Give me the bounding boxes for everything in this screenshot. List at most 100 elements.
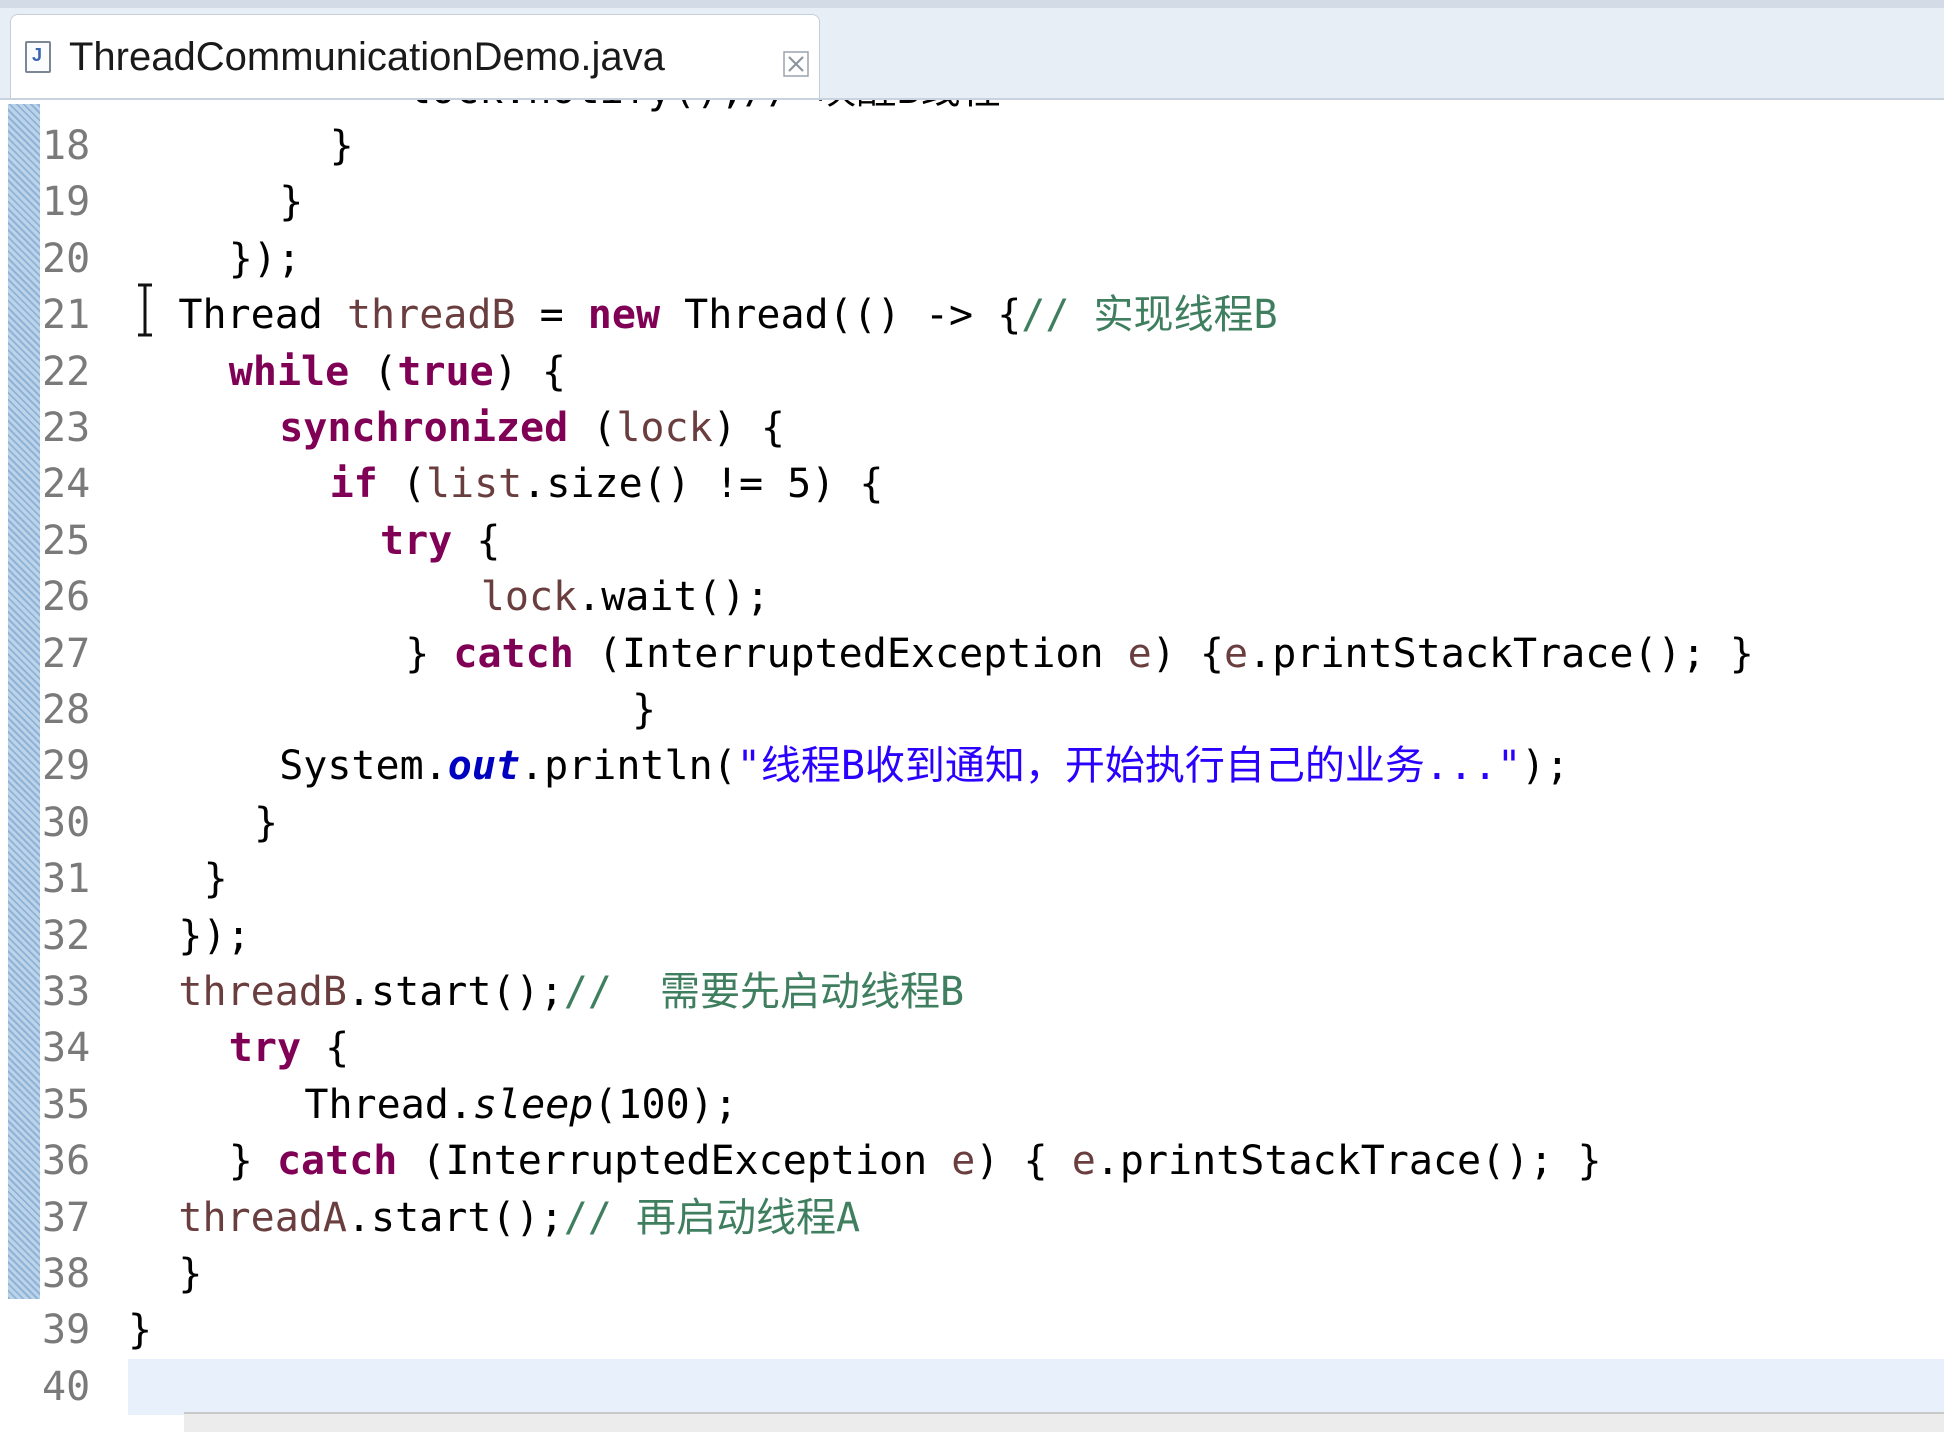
code-text: System.out.println("线程B收到通知，开始执行自己的业务...…: [279, 738, 1569, 794]
code-text: }: [254, 795, 278, 851]
code-token: // 需要先启动线程B: [563, 969, 965, 1015]
code-token: try: [380, 517, 453, 564]
code-token: ) {: [493, 348, 566, 395]
code-token: ) {: [975, 1138, 1072, 1185]
code-text: }: [204, 851, 228, 907]
horizontal-scrollbar[interactable]: [184, 1412, 1944, 1432]
code-token: // 再启动线程A: [563, 1194, 861, 1241]
code-text: }: [128, 1302, 152, 1358]
code-token: }: [279, 179, 304, 226]
code-token: .printStackTrace(); }: [1095, 1138, 1602, 1185]
code-text: while (true) {: [229, 344, 566, 400]
code-line: 24 if (list.size() != 5) {: [0, 456, 1944, 512]
code-token: Thread: [178, 292, 347, 339]
code-token: if: [329, 461, 378, 508]
code-token: .size() != 5) {: [522, 461, 884, 508]
text-cursor-icon: [138, 283, 152, 337]
code-token: }: [178, 1251, 203, 1297]
code-line: 20});: [0, 231, 1944, 287]
code-token: }: [405, 630, 454, 677]
code-text: }: [279, 174, 303, 230]
code-text: try {: [380, 513, 500, 569]
code-token: .println(: [520, 743, 737, 790]
code-text: } catch (InterruptedException e) { e.pri…: [229, 1133, 1602, 1189]
code-text: if (list.size() != 5) {: [330, 456, 884, 512]
code-token: ) {: [1151, 630, 1225, 677]
code-token: e: [1127, 630, 1152, 677]
line-number: 23: [42, 405, 91, 451]
code-token: });: [228, 235, 302, 282]
code-token: (InterruptedException: [573, 630, 1128, 677]
code-token: threadA: [178, 1194, 347, 1241]
code-token: {: [301, 1025, 350, 1072]
code-token: (: [349, 348, 398, 395]
code-text: lock.notify();// 唤醒B线程: [407, 100, 1000, 118]
code-token: Thread.: [304, 1081, 473, 1128]
code-token: new: [587, 292, 661, 339]
code-text: threadA.start();// 再启动线程A: [178, 1190, 860, 1246]
code-line: 31}: [0, 851, 1944, 907]
code-line: 39}: [0, 1302, 1944, 1358]
code-text: }: [632, 682, 656, 738]
code-token: }: [632, 687, 657, 733]
code-token: while: [228, 348, 350, 395]
line-number: 28: [42, 687, 91, 733]
code-text: });: [178, 908, 250, 964]
code-text: threadB.start();// 需要先启动线程B: [178, 964, 964, 1020]
code-line: 25 try {: [0, 513, 1944, 569]
code-line: 18}: [0, 118, 1944, 174]
code-token: .start();: [346, 969, 564, 1015]
code-token: });: [178, 912, 251, 959]
code-text: try {: [229, 1020, 349, 1076]
code-token: e: [1224, 630, 1249, 677]
code-line: 26 lock.wait();: [0, 569, 1944, 625]
code-line: 23 synchronized (lock) {: [0, 400, 1944, 456]
line-number: 25: [42, 517, 91, 564]
code-token: e: [951, 1138, 976, 1185]
code-token: try: [228, 1025, 302, 1072]
code-text: }: [178, 1246, 202, 1302]
line-number: 33: [42, 969, 91, 1015]
code-text: }: [330, 118, 354, 174]
java-file-icon: [25, 41, 51, 73]
code-token: sleep: [472, 1081, 594, 1128]
code-line: 29 System.out.println("线程B收到通知，开始执行自己的业务.…: [0, 738, 1944, 794]
tab-title: ThreadCommunicationDemo.java: [69, 35, 665, 79]
code-token: }: [329, 123, 354, 169]
line-number: 26: [42, 574, 91, 621]
close-icon[interactable]: [781, 49, 811, 79]
code-text: lock.wait();: [481, 569, 770, 625]
code-token: System.: [279, 743, 448, 790]
code-text: });: [229, 231, 301, 287]
code-token: }: [203, 856, 228, 903]
line-number: 36: [42, 1138, 91, 1185]
code-line: 21 Thread threadB = new Thread(() -> {// …: [0, 287, 1944, 343]
line-number: 31: [42, 856, 91, 903]
editor-tab[interactable]: ThreadCommunicationDemo.java: [10, 14, 820, 98]
line-number: 22: [42, 348, 91, 395]
code-token: lock: [480, 574, 578, 621]
line-number: 18: [42, 123, 91, 169]
line-number: 34: [42, 1025, 91, 1072]
code-token: (: [377, 461, 426, 508]
code-token: .start();: [346, 1194, 564, 1241]
code-line: 28}: [0, 682, 1944, 738]
code-token: catch: [453, 630, 574, 677]
code-text: Thread threadB = new Thread(() -> {// 实现…: [178, 287, 1277, 343]
line-number: 40: [42, 1363, 91, 1410]
line-number: 37: [42, 1194, 91, 1241]
code-line: 30}: [0, 795, 1944, 851]
code-token: lock: [616, 405, 713, 451]
code-editor[interactable]: lock.notify();// 唤醒B线程 18}19}20});21Thre…: [0, 100, 1944, 1430]
code-line: 32});: [0, 908, 1944, 964]
code-token: }: [254, 799, 279, 846]
code-token: }: [128, 1307, 153, 1354]
code-line: 34 try {: [0, 1020, 1944, 1076]
code-token: {: [452, 517, 501, 564]
line-number: 32: [42, 912, 91, 959]
code-token: out: [447, 743, 521, 790]
editor-tab-bar: ThreadCommunicationDemo.java: [0, 0, 1944, 100]
code-line: 19}: [0, 174, 1944, 230]
code-token: e: [1071, 1138, 1096, 1185]
code-token: threadB: [346, 292, 516, 339]
